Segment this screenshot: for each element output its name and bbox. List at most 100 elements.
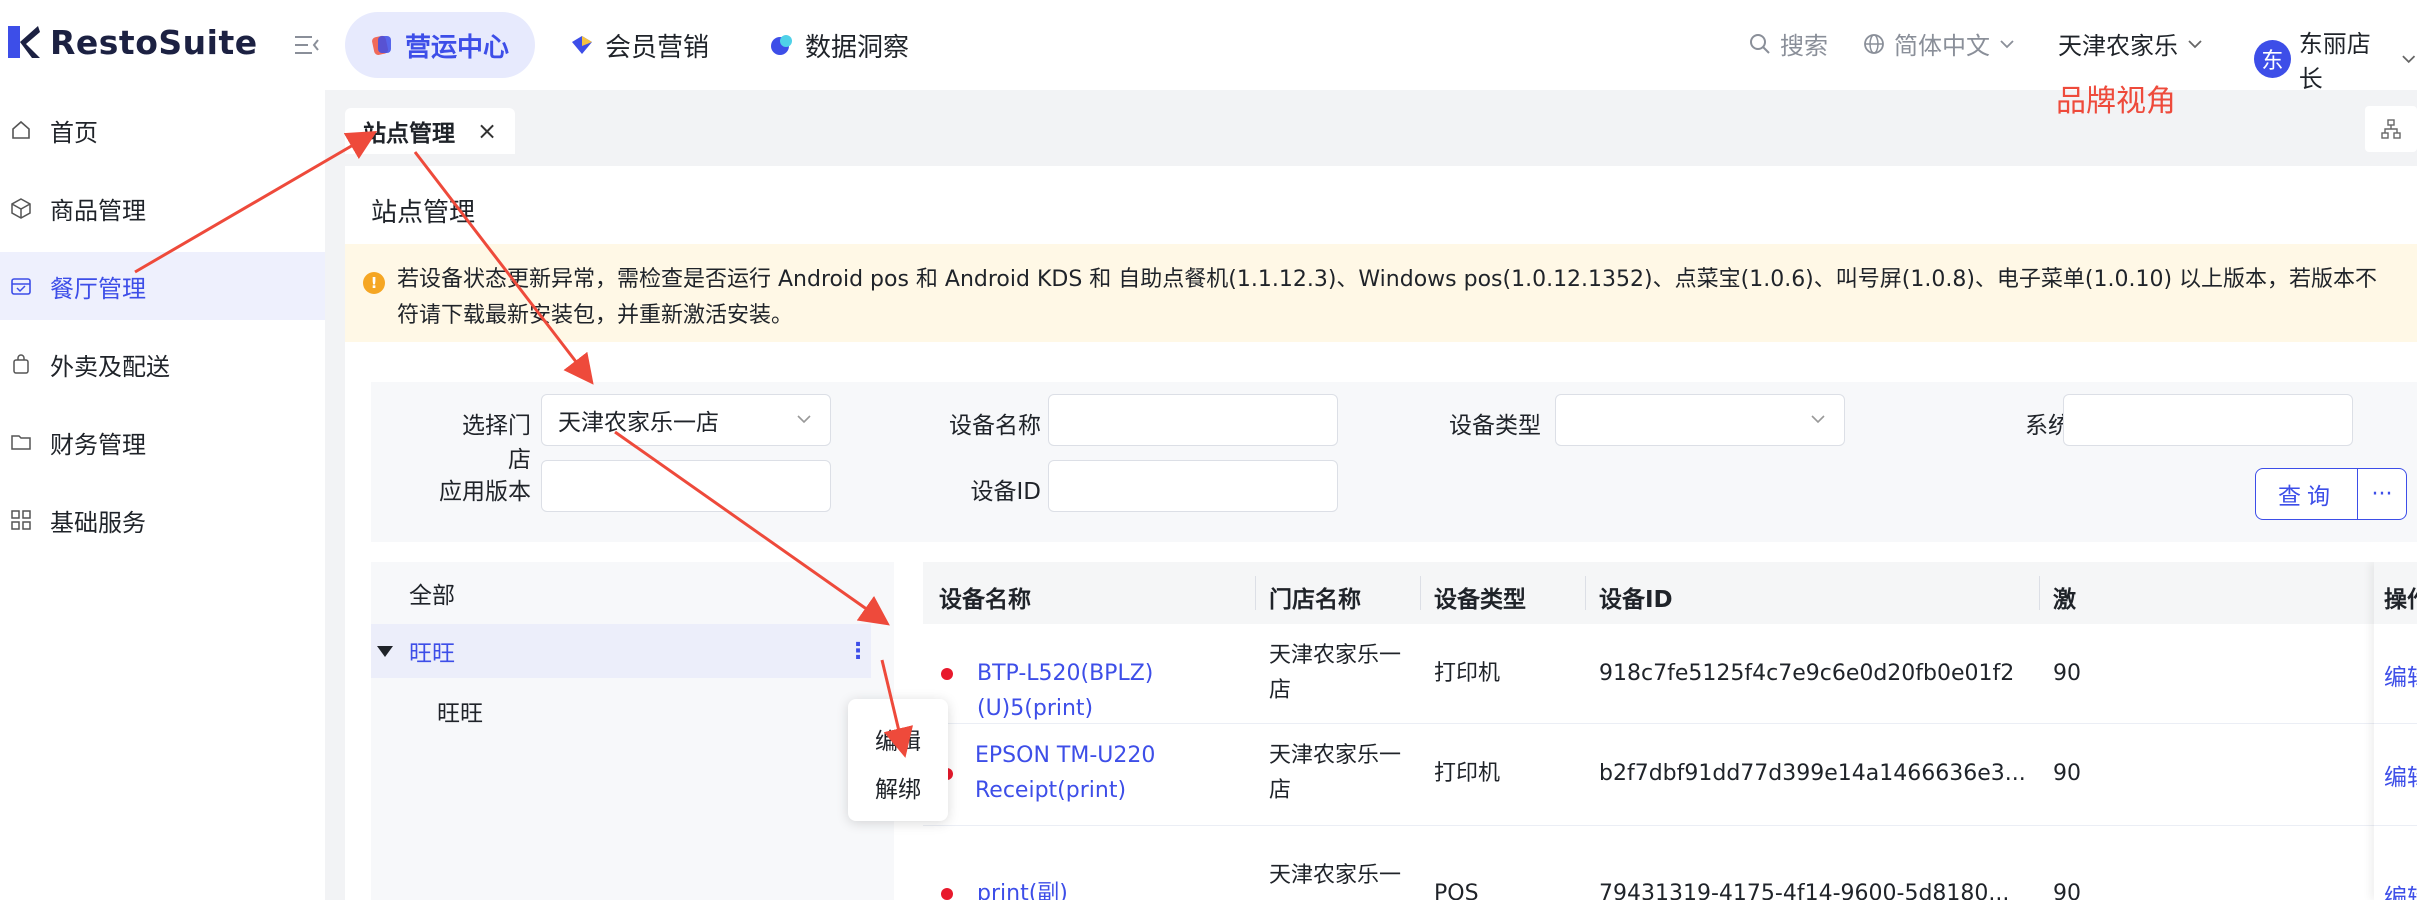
tree-node-label: 旺旺 <box>409 641 455 667</box>
table-row[interactable]: EPSON TM-U220 Receipt(print) 天津农家乐一店 打印机… <box>923 724 2417 826</box>
top-bar: RestoSuite 营运中心 会员营销 数据洞察 搜索 简体中文 天津农家乐 … <box>0 0 2417 93</box>
device-name-label: 设备名称 <box>949 413 1041 439</box>
avatar: 东 <box>2254 40 2291 78</box>
user-menu[interactable]: 东 东丽店长 <box>2254 24 2417 94</box>
logo-text: RestoSuite <box>50 22 258 62</box>
caret-down-icon[interactable] <box>377 645 393 657</box>
sidebar-item-basic-services[interactable]: 基础服务 <box>0 486 325 554</box>
language-selector[interactable]: 简体中文 <box>1862 26 2016 61</box>
edit-link[interactable]: 编辑 <box>2384 758 2417 792</box>
brand-label: 天津农家乐 <box>2058 32 2178 60</box>
device-id-cell: 918c7fe5125f4c7e9c6e0d20fb0e01f2 <box>1599 661 2015 686</box>
query-button[interactable]: 查询 <box>2255 468 2359 520</box>
device-id-cell: b2f7dbf91dd77d399e14a1466636e3... <box>1599 761 2026 786</box>
sidebar: 首页 商品管理 餐厅管理 外卖及配送 财务管理 基础服务 <box>0 90 325 900</box>
sidebar-item-label: 外卖及配送 <box>50 352 170 381</box>
logo[interactable]: RestoSuite <box>6 22 258 62</box>
column-divider <box>1255 576 1256 610</box>
main-content: 站点管理 ! 若设备状态更新异常，需检查是否运行 Android pos 和 A… <box>345 166 2417 900</box>
sidebar-item-delivery[interactable]: 外卖及配送 <box>0 330 325 398</box>
tree-node-group[interactable]: 旺旺 ⋮ <box>371 624 871 678</box>
table-row[interactable]: print(副) 天津农家乐一 POS 79431319-4175-4f14-9… <box>923 826 2417 900</box>
device-name-link[interactable]: print(副) <box>977 876 1257 900</box>
tab-menu-button[interactable] <box>2365 106 2417 152</box>
store-tree: 全部 旺旺 ⋮ 旺旺 <box>371 562 894 900</box>
store-icon <box>11 278 31 295</box>
tree-node-all[interactable]: 全部 <box>371 566 871 620</box>
collapse-menu-icon[interactable] <box>292 30 322 60</box>
column-header: 设备类型 <box>1434 587 1526 613</box>
close-icon[interactable]: × <box>477 117 497 145</box>
sidebar-item-finance[interactable]: 财务管理 <box>0 408 325 476</box>
app-version-label: 应用版本 <box>439 479 531 505</box>
tree-node-label: 旺旺 <box>437 701 483 727</box>
folder-icon <box>11 435 31 450</box>
column-header: 设备名称 <box>939 587 1031 613</box>
globe-icon <box>1864 33 1884 54</box>
grid-icon <box>11 510 31 530</box>
sidebar-item-label: 财务管理 <box>50 430 146 459</box>
insights-icon <box>771 35 792 55</box>
column-header: 操作 <box>2384 587 2417 613</box>
store-select[interactable]: 天津农家乐一店 <box>541 394 831 446</box>
actions-row: 编辑 预览 删除 <box>2374 724 2417 826</box>
actions-column: 操作 编辑 预览 删除 编辑 预览 删除 编辑 预览 <box>2374 562 2417 900</box>
app-version-input[interactable] <box>541 460 831 512</box>
nav-tab-operations[interactable]: 营运中心 <box>345 12 535 78</box>
tree-node-child[interactable]: 旺旺 <box>371 684 871 738</box>
chevron-down-icon <box>2000 39 2014 48</box>
operations-icon <box>372 35 391 55</box>
device-type-cell: 打印机 <box>1434 661 1501 686</box>
edit-link[interactable]: 编辑 <box>2384 658 2417 692</box>
tree-context-menu: 编辑 解绑 <box>848 699 948 821</box>
home-icon <box>12 120 30 139</box>
status-dot <box>941 668 953 680</box>
device-id-cell: 79431319-4175-4f14-9600-5d8180... <box>1599 881 2010 900</box>
device-name-input[interactable] <box>1048 394 1338 446</box>
sidebar-item-home[interactable]: 首页 <box>0 96 325 164</box>
chevron-down-icon <box>2401 55 2415 64</box>
store-label: 选择门店 <box>462 413 531 473</box>
sidebar-item-restaurant[interactable]: 餐厅管理 <box>0 252 325 320</box>
sidebar-item-label: 商品管理 <box>50 196 146 225</box>
sidebar-item-products[interactable]: 商品管理 <box>0 174 325 242</box>
brand-view-annotation: 品牌视角 <box>2056 84 2176 119</box>
sidebar-item-label: 基础服务 <box>50 508 146 537</box>
device-name-link[interactable]: BTP-L520(BPLZ)(U)5(print) <box>977 656 1257 726</box>
device-name-link[interactable]: EPSON TM-U220 Receipt(print) <box>975 738 1255 808</box>
kebab-menu-icon[interactable]: ⋮ <box>847 639 869 664</box>
tab-site-management[interactable]: 站点管理 × <box>345 108 516 154</box>
system-input[interactable] <box>2063 394 2353 446</box>
store-name-cell: 天津农家乐一店 <box>1269 743 1402 803</box>
more-filters-button[interactable]: ··· <box>2357 468 2407 520</box>
tab-label: 站点管理 <box>363 121 455 147</box>
nav-tab-label: 数据洞察 <box>805 32 910 63</box>
store-name-cell: 天津农家乐一 <box>1269 863 1402 888</box>
search-button[interactable]: 搜索 <box>1748 26 1828 61</box>
marketing-icon <box>572 36 592 54</box>
nav-tab-member-marketing[interactable]: 会员营销 <box>545 12 733 78</box>
edit-link[interactable]: 编辑 <box>2384 878 2417 900</box>
table-row[interactable]: BTP-L520(BPLZ)(U)5(print) 天津农家乐一店 打印机 91… <box>923 624 2417 724</box>
notice-banner: ! 若设备状态更新异常，需检查是否运行 Android pos 和 Androi… <box>345 244 2417 342</box>
column-divider <box>1585 576 1586 610</box>
context-edit[interactable]: 编辑 <box>848 715 948 763</box>
column-header: 设备ID <box>1599 587 1673 613</box>
column-divider <box>1420 576 1421 610</box>
nav-tab-data-insights[interactable]: 数据洞察 <box>745 12 933 78</box>
system-label: 系统 <box>2025 413 2071 439</box>
device-id-input[interactable] <box>1048 460 1338 512</box>
status-dot <box>941 888 953 900</box>
restosuite-logo-icon <box>8 26 40 58</box>
search-icon <box>1750 33 1770 54</box>
activation-cell: 90 <box>2053 761 2081 786</box>
notice-text: 若设备状态更新异常，需检查是否运行 Android pos 和 Android … <box>397 267 2378 328</box>
device-type-select[interactable] <box>1555 394 1845 446</box>
brand-selector[interactable]: 天津农家乐 <box>2058 26 2204 61</box>
actions-row: 编辑 预览 删除 <box>2374 826 2417 900</box>
nav-tab-label: 会员营销 <box>605 32 710 63</box>
tree-node-label: 全部 <box>409 583 455 609</box>
context-unbind[interactable]: 解绑 <box>848 763 948 811</box>
sidebar-item-label: 餐厅管理 <box>50 274 146 303</box>
device-table: 设备名称 门店名称 设备类型 设备ID 激 BTP-L520(BPLZ)(U)5… <box>923 562 2417 900</box>
